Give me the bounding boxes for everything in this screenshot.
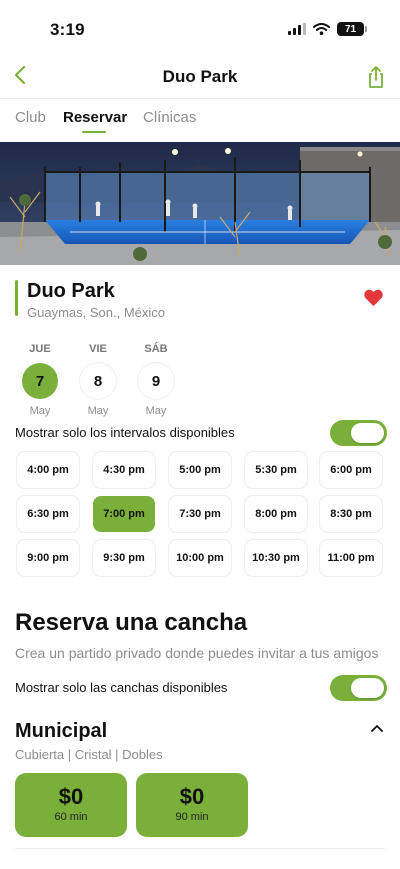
- price-option-90[interactable]: $0 90 min: [136, 773, 248, 837]
- time-slot[interactable]: 4:00 pm: [17, 452, 79, 488]
- time-slot[interactable]: 9:30 pm: [93, 540, 155, 576]
- time-slot[interactable]: 11:00 pm: [320, 540, 382, 576]
- court-name: Municipal: [15, 720, 108, 742]
- status-bar: 3:19 71: [0, 0, 400, 56]
- tab-club[interactable]: Club: [15, 109, 46, 126]
- club-accent-bar: [15, 280, 18, 316]
- toggle-knob: [351, 678, 384, 698]
- time-slot[interactable]: 6:30 pm: [17, 496, 79, 532]
- wifi-icon: [313, 23, 330, 35]
- time-slot-selected[interactable]: 7:00 pm: [93, 496, 155, 532]
- date-month: May: [29, 405, 51, 417]
- toggle-knob: [351, 423, 384, 443]
- status-icons: 71: [288, 22, 367, 36]
- battery-level: 71: [344, 23, 357, 35]
- active-tab-indicator: [82, 131, 106, 133]
- price-duration: 90 min: [175, 811, 209, 823]
- date-weekday: VIE: [89, 343, 107, 355]
- time-slot[interactable]: 8:00 pm: [245, 496, 307, 532]
- nav-bar: Duo Park: [0, 56, 400, 98]
- tab-bar: Club Reservar Clínicas: [0, 98, 400, 142]
- date-item[interactable]: JUE 7 May: [20, 343, 60, 417]
- available-courts-label: Mostrar solo las canchas disponibles: [15, 680, 228, 695]
- time-slot[interactable]: 8:30 pm: [320, 496, 382, 532]
- court-specs: Cubierta | Cristal | Dobles: [15, 747, 163, 762]
- date-day[interactable]: 8: [80, 363, 116, 399]
- page-title: Duo Park: [162, 67, 238, 86]
- reserve-section-title: Reserva una cancha: [15, 609, 248, 636]
- battery-icon: 71: [337, 22, 367, 36]
- date-item[interactable]: VIE 8 May: [78, 343, 118, 417]
- price-value: $0: [179, 784, 205, 809]
- time-slot-grid: 4:00 pm 4:30 pm 5:00 pm 5:30 pm 6:00 pm …: [17, 452, 383, 577]
- time-slot[interactable]: 4:30 pm: [93, 452, 155, 488]
- time-slot[interactable]: 6:00 pm: [320, 452, 382, 488]
- time-slot[interactable]: 9:00 pm: [17, 540, 79, 576]
- date-month: May: [145, 405, 167, 417]
- available-courts-toggle[interactable]: [330, 675, 387, 701]
- date-day[interactable]: 9: [138, 363, 174, 399]
- date-month: May: [87, 405, 109, 417]
- tab-clinicas[interactable]: Clínicas: [143, 109, 196, 126]
- club-header: Duo Park Guaymas, Son., México: [0, 280, 400, 320]
- time-slot[interactable]: 5:30 pm: [245, 452, 307, 488]
- price-option-60[interactable]: $0 60 min: [15, 773, 127, 837]
- price-duration: 60 min: [54, 811, 88, 823]
- date-day-selected[interactable]: 7: [22, 363, 58, 399]
- chevron-up-icon[interactable]: [370, 722, 384, 734]
- price-value: $0: [58, 784, 84, 809]
- date-weekday: SÁB: [144, 343, 168, 355]
- available-slots-toggle[interactable]: [330, 420, 387, 446]
- time-slot[interactable]: 5:00 pm: [169, 452, 231, 488]
- time-slot[interactable]: 7:30 pm: [169, 496, 231, 532]
- tab-reservar[interactable]: Reservar: [63, 109, 127, 126]
- available-slots-label: Mostrar solo los intervalos disponibles: [15, 425, 235, 440]
- heart-icon[interactable]: [363, 288, 384, 307]
- status-time: 3:19: [50, 20, 85, 39]
- club-name: Duo Park: [27, 280, 115, 302]
- time-slot[interactable]: 10:30 pm: [245, 540, 307, 576]
- available-slots-toggle-row: Mostrar solo los intervalos disponibles: [15, 420, 387, 446]
- reserve-section-subtitle: Crea un partido privado donde puedes inv…: [15, 645, 379, 661]
- available-courts-toggle-row: Mostrar solo las canchas disponibles: [15, 675, 387, 701]
- time-slot[interactable]: 10:00 pm: [169, 540, 231, 576]
- club-location: Guaymas, Son., México: [27, 305, 165, 320]
- signal-icon: [288, 23, 306, 35]
- date-item[interactable]: SÁB 9 May: [136, 343, 176, 417]
- club-photo: [0, 142, 400, 265]
- date-weekday: JUE: [29, 343, 51, 355]
- divider: [15, 848, 385, 849]
- share-icon[interactable]: [366, 65, 386, 89]
